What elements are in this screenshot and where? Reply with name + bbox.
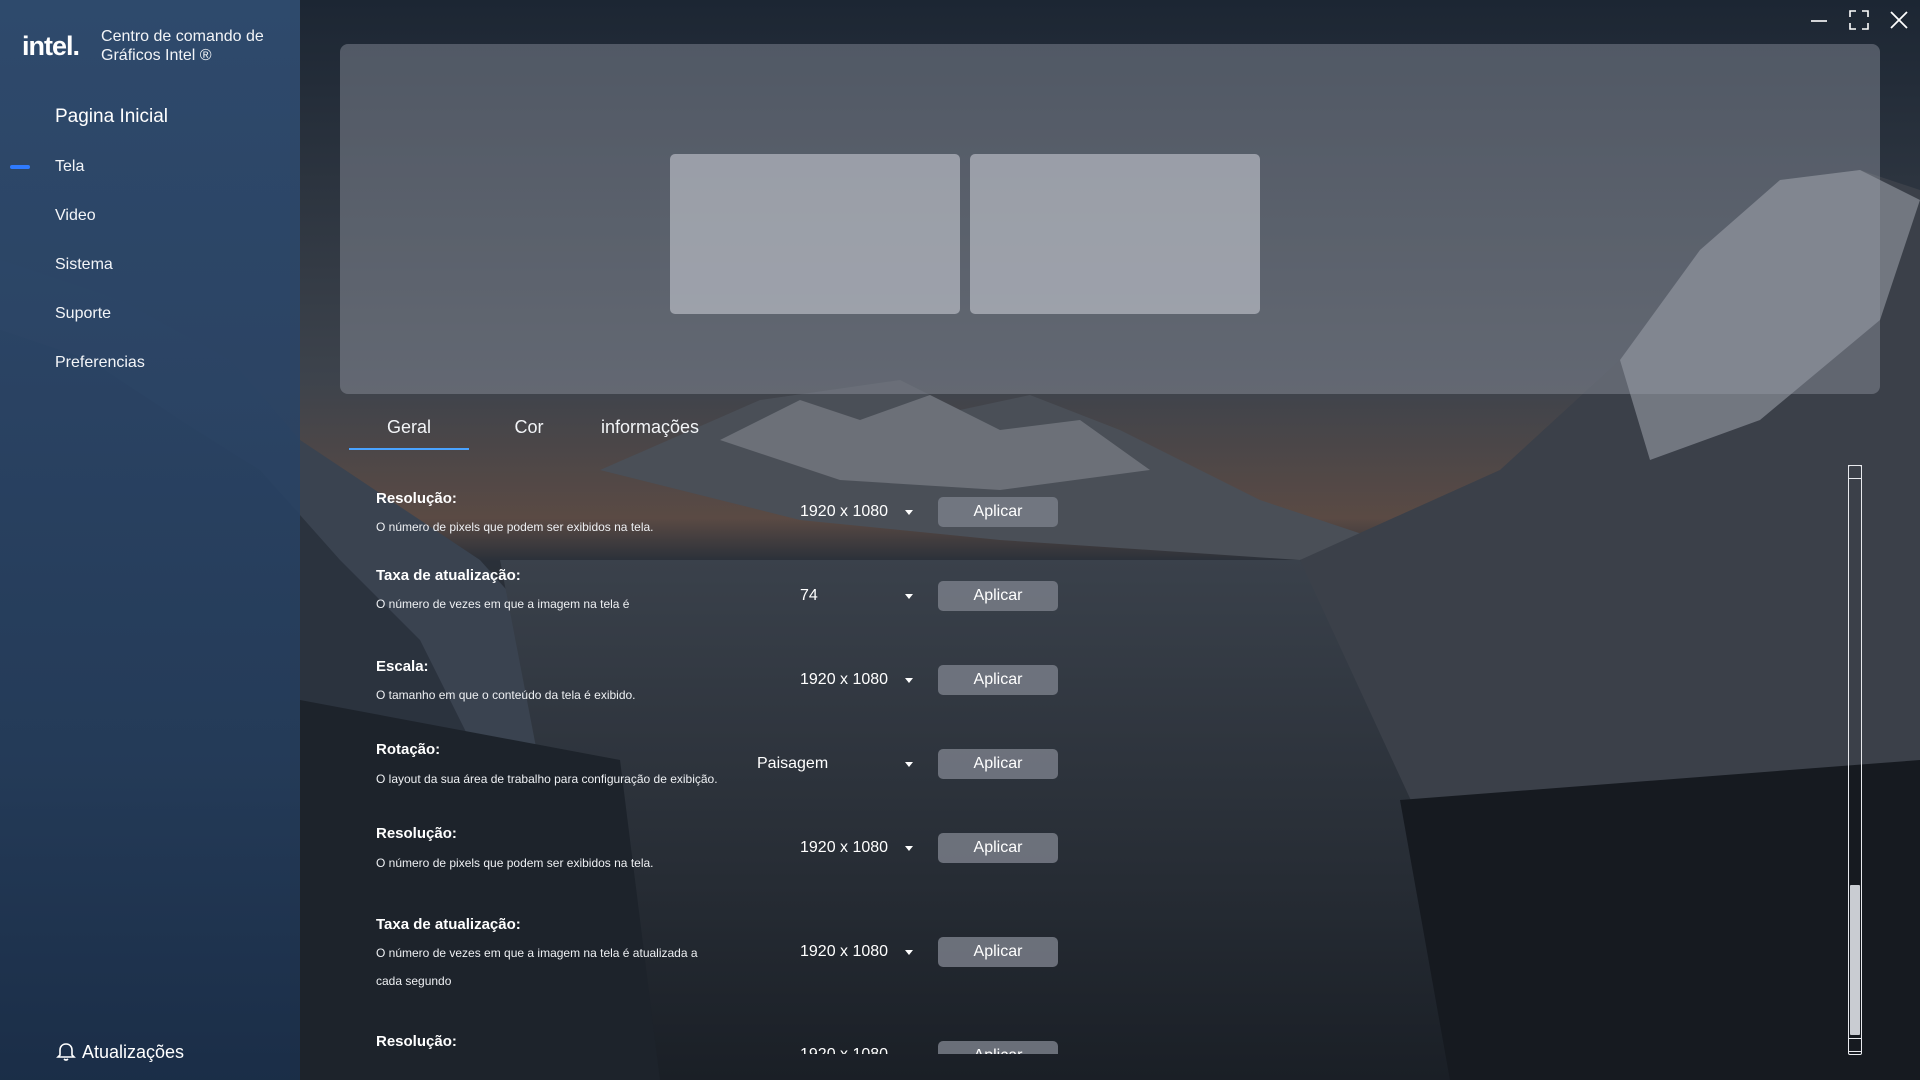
apply-button[interactable]: Aplicar	[938, 937, 1058, 967]
setting-description: O número de vezes em que a imagem na tel…	[376, 946, 698, 988]
resolution-select[interactable]: 1920 x 1080	[800, 1046, 888, 1054]
apply-button[interactable]: Aplicar	[938, 833, 1058, 863]
apply-button[interactable]: Aplicar	[938, 749, 1058, 779]
setting-description: O número de vezes em que a imagem na tel…	[376, 597, 630, 611]
apply-button[interactable]: Aplicar	[938, 665, 1058, 695]
apply-button[interactable]: Aplicar	[938, 1041, 1058, 1054]
scroll-up-button[interactable]	[1848, 465, 1862, 479]
resolution-select[interactable]: 1920 x 1080	[800, 839, 888, 857]
rotation-select[interactable]: Paisagem	[757, 755, 828, 773]
settings-list: Resolução: O número de pixels que podem …	[300, 0, 1860, 1054]
caret-down-icon[interactable]	[905, 950, 913, 955]
brand-header: intel. Centro de comando de Gráficos Int…	[22, 27, 281, 65]
apply-button[interactable]: Aplicar	[938, 581, 1058, 611]
caret-down-icon[interactable]	[905, 678, 913, 683]
app-title: Centro de comando de Gráficos Intel ®	[101, 28, 264, 64]
setting-description: O número de pixels que podem ser exibido…	[376, 856, 654, 870]
sidebar-item-video[interactable]: Video	[55, 207, 96, 225]
setting-title: Resolução:	[376, 1033, 457, 1050]
sidebar-item-sistema[interactable]: Sistema	[55, 256, 113, 274]
caret-down-icon[interactable]	[905, 594, 913, 599]
setting-description: O layout da sua área de trabalho para co…	[376, 772, 718, 786]
setting-title: Resolução:	[376, 490, 457, 507]
resolution-select[interactable]: 1920 x 1080	[800, 503, 888, 521]
intel-logo: intel.	[22, 31, 80, 61]
updates-button[interactable]: Atualizações	[55, 1041, 184, 1063]
setting-description: O número de pixels que podem ser exibido…	[376, 520, 654, 534]
updates-label: Atualizações	[82, 1041, 185, 1062]
sidebar-item-suporte[interactable]: Suporte	[55, 305, 111, 323]
sidebar-item-preferencias[interactable]: Preferencias	[55, 354, 145, 372]
refresh-rate-select[interactable]: 74	[800, 587, 818, 605]
scrollbar-thumb[interactable]	[1850, 885, 1860, 1035]
nav-home[interactable]: Pagina Inicial	[55, 106, 168, 128]
close-icon	[1890, 11, 1908, 29]
setting-description: O tamanho em que o conteúdo da tela é ex…	[376, 688, 636, 702]
sidebar: intel. Centro de comando de Gráficos Int…	[0, 0, 300, 1080]
sidebar-item-tela[interactable]: Tela	[55, 158, 84, 176]
scroll-down-button[interactable]	[1848, 1038, 1862, 1052]
bell-icon	[56, 1043, 76, 1061]
setting-title: Resolução:	[376, 825, 457, 842]
setting-title: Taxa de atualização:	[376, 567, 521, 584]
caret-down-icon[interactable]	[905, 762, 913, 767]
active-nav-indicator	[10, 165, 30, 169]
setting-title: Rotação:	[376, 741, 441, 758]
refresh-rate-select[interactable]: 1920 x 1080	[800, 943, 888, 961]
apply-button[interactable]: Aplicar	[938, 497, 1058, 527]
setting-title: Escala:	[376, 658, 429, 675]
caret-down-icon[interactable]	[905, 846, 913, 851]
setting-title: Taxa de atualização:	[376, 916, 521, 933]
caret-down-icon[interactable]	[905, 510, 913, 515]
close-button[interactable]	[1885, 8, 1913, 32]
scale-select[interactable]: 1920 x 1080	[800, 671, 888, 689]
